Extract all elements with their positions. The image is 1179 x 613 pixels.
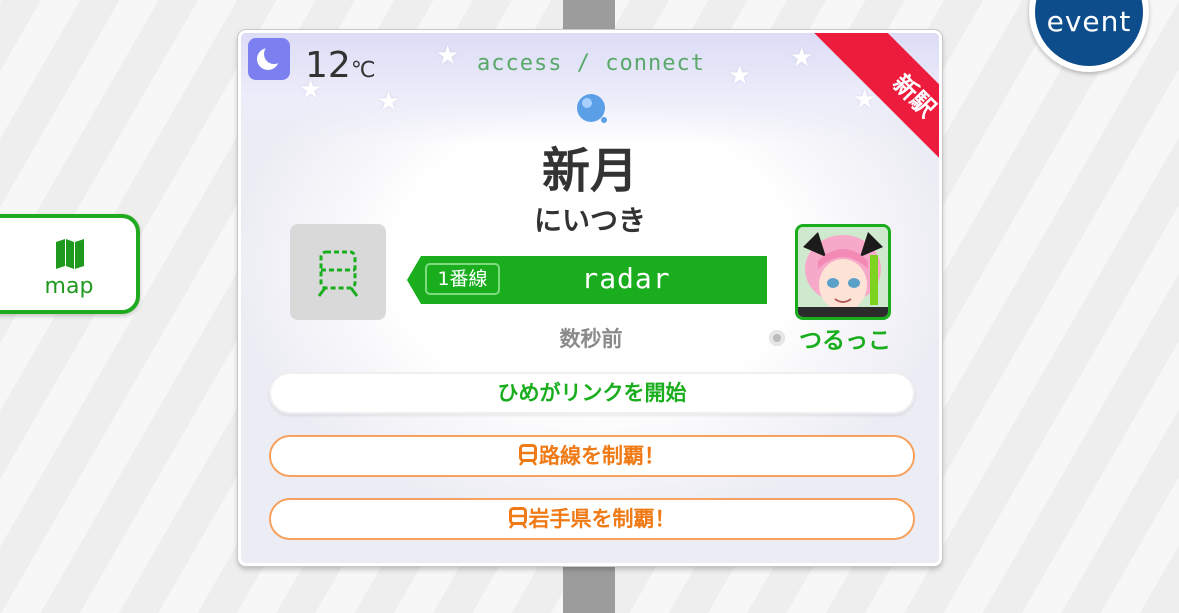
event-button-face[interactable]: event [1035, 0, 1143, 66]
train-icon [317, 250, 359, 297]
event-label: event [1046, 5, 1132, 38]
map-label: map [44, 274, 94, 299]
conquer-line-button[interactable]: 路線を制覇！ [269, 435, 915, 477]
line-name: radar [581, 262, 671, 295]
temperature-value: 12 [305, 45, 351, 86]
temperature: 12℃ [305, 45, 376, 86]
conquer-line-label: 路線を制覇！ [539, 444, 665, 468]
rank-indicator [769, 330, 785, 346]
weather-moon [248, 38, 290, 80]
water-drop-icon [577, 94, 607, 123]
map-icon [56, 239, 84, 269]
conquer-prefecture-label: 岩手県を制覇！ [528, 507, 676, 531]
train-slot[interactable] [290, 224, 386, 320]
conquer-prefecture-button[interactable]: 岩手県を制覇！ [269, 498, 915, 540]
train-icon [519, 444, 537, 466]
moon-icon [257, 44, 284, 70]
station-card: ★ ★ ★ ★ ★ ★ 12℃ access / connect 新駅 新月 に… [238, 30, 942, 566]
map-button[interactable]: map [0, 214, 140, 314]
signpost-pole-top [563, 0, 615, 34]
temperature-unit: ℃ [350, 58, 376, 83]
card-subtitle: access / connect [477, 51, 705, 76]
user-avatar[interactable] [795, 224, 891, 320]
last-access-time: 数秒前 [559, 327, 623, 351]
star-icon: ★ [377, 87, 401, 117]
start-link-label: ひめがリンクを開始 [497, 381, 687, 405]
line-number: 1番線 [425, 263, 500, 295]
event-button[interactable]: event [1029, 0, 1149, 72]
user-name[interactable]: つるっこ [793, 321, 897, 355]
signpost-pole-bottom [563, 566, 615, 613]
new-station-label: 新駅 [887, 69, 939, 123]
train-icon [508, 507, 527, 529]
station-name: 新月 [541, 143, 638, 199]
anime-girl-avatar [798, 227, 888, 317]
start-link-button[interactable]: ひめがリンクを開始 [269, 372, 915, 414]
